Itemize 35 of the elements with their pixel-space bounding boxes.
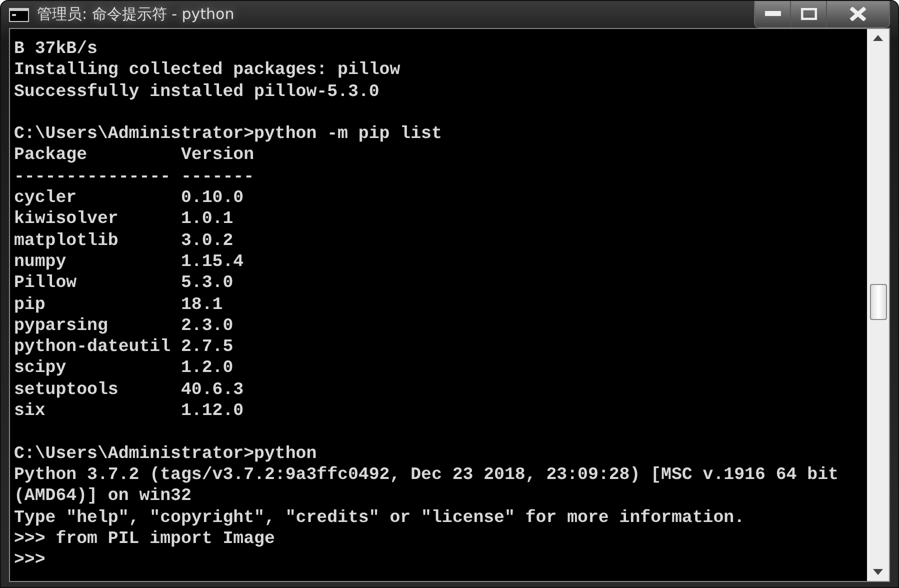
- console-line: Package Version: [14, 145, 254, 167]
- scroll-thumb[interactable]: [870, 284, 886, 320]
- console-line: setuptools 40.6.3: [14, 380, 244, 402]
- console-line: Python 3.7.2 (tags/v3.7.2:9a3ffc0492, Dec 23 2018, 23:09:28) [MSC v.1916 64 bit: [14, 464, 838, 486]
- console-line: C:\Users\Administrator>python: [14, 444, 317, 465]
- console-line: C:\Users\Administrator>python -m pip list: [14, 124, 442, 146]
- maximize-button[interactable]: [791, 1, 827, 27]
- console-line: cycler 0.10.0: [14, 188, 244, 210]
- console-line: numpy 1.15.4: [14, 252, 244, 274]
- close-button[interactable]: [827, 1, 889, 27]
- scroll-up-icon[interactable]: [873, 35, 883, 41]
- console-line: >>> from PIL import Image: [14, 528, 275, 550]
- console-line: (AMD64)] on win32: [14, 486, 192, 508]
- console-line: pip 18.1: [14, 294, 223, 316]
- console-line: scipy 1.2.0: [14, 358, 234, 380]
- console-line: pyparsing 2.3.0: [14, 316, 234, 338]
- scroll-down-icon[interactable]: [873, 569, 883, 576]
- console-line: Successfully installed pillow-5.3.0: [14, 82, 380, 103]
- minimize-button[interactable]: [755, 1, 791, 27]
- close-icon: [849, 7, 867, 21]
- window-title: 管理员: 命令提示符 - python: [37, 4, 234, 26]
- maximize-icon: [800, 8, 816, 20]
- console-line: >>>: [14, 550, 46, 572]
- console-icon: [9, 8, 29, 22]
- minimize-icon: [764, 11, 780, 17]
- console-line: python-dateutil 2.7.5: [14, 337, 234, 358]
- scrollbar[interactable]: [867, 29, 889, 582]
- console-line: six 1.12.0: [14, 401, 244, 422]
- console-line: Installing collected packages: pillow: [14, 60, 400, 82]
- console-line: Pillow 5.3.0: [14, 273, 234, 295]
- console-line: Type "help", "copyright", "credits" or "license" for more information.: [14, 508, 745, 529]
- console-line: B 37kB/s: [14, 39, 98, 60]
- console-line: kiwisolver 1.0.1: [14, 209, 234, 231]
- console-line: --------------- -------: [14, 166, 254, 188]
- console-line: matplotlib 3.0.2: [14, 230, 234, 252]
